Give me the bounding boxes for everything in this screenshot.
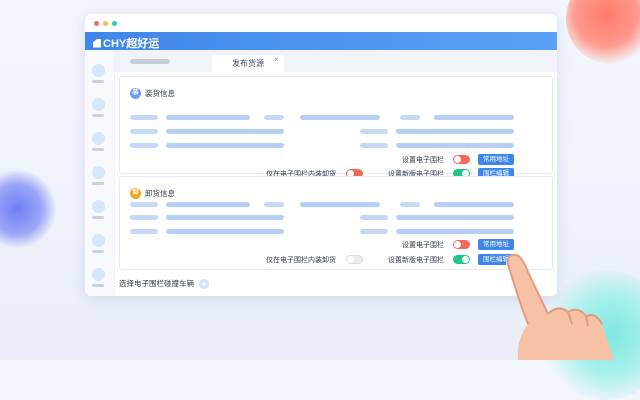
nav-label-placeholder — [92, 114, 104, 117]
decor-red-blob — [566, 0, 640, 64]
logo-text: CHY超好运 — [103, 38, 160, 50]
field-input[interactable] — [166, 202, 250, 207]
field-input[interactable] — [166, 115, 250, 120]
load-badge-icon: 装 — [130, 88, 141, 99]
section-header: 装 装货信息 — [130, 88, 175, 99]
app-logo[interactable]: CHY超好运 — [93, 35, 159, 51]
set-fence-label: 设置电子围栏 — [402, 157, 444, 164]
common-address-button[interactable]: 常用地址 — [478, 154, 514, 165]
pointing-hand-illustration — [506, 253, 614, 360]
field-input[interactable] — [434, 202, 514, 207]
field-label — [360, 229, 388, 234]
window-controls — [94, 21, 117, 26]
field-input[interactable] — [396, 229, 514, 234]
unloading-section: 卸 卸货信息 设置电子围栏 常用地址 仅在电子围栏内装卸货 设置新版电子围栏 围… — [119, 176, 553, 270]
field-input[interactable] — [166, 129, 284, 134]
field-label — [130, 215, 158, 220]
plus-icon[interactable]: + — [199, 278, 209, 289]
field-input[interactable] — [166, 229, 284, 234]
field-input[interactable] — [396, 143, 514, 148]
nav-label-placeholder — [92, 148, 104, 151]
field-input[interactable] — [434, 115, 514, 120]
section-title: 装货信息 — [145, 89, 175, 98]
new-fence-label: 设置新版电子围栏 — [388, 257, 444, 264]
field-input[interactable] — [300, 115, 380, 120]
field-label — [130, 143, 158, 148]
nav-label-placeholder — [92, 216, 104, 219]
field-label — [360, 129, 388, 134]
nav-icon — [92, 166, 105, 179]
tab-placeholder[interactable] — [130, 59, 170, 64]
nav-label-placeholder — [92, 284, 104, 287]
section-title: 卸货信息 — [145, 189, 175, 198]
only-in-fence-label: 仅在电子围栏内装卸货 — [266, 257, 336, 264]
field-input[interactable] — [396, 215, 514, 220]
close-icon[interactable]: × — [274, 55, 279, 64]
only-in-fence-toggle[interactable] — [346, 255, 363, 264]
field-label — [360, 215, 388, 220]
field-input[interactable] — [166, 143, 284, 148]
loading-section: 装 装货信息 设置电子围栏 常用地址 仅在电子围栏内装卸货 设置新版电子围栏 围… — [119, 76, 553, 179]
maximize-dot[interactable] — [112, 21, 117, 26]
unload-badge-icon: 卸 — [130, 188, 141, 199]
minimize-dot[interactable] — [103, 21, 108, 26]
new-fence-toggle[interactable] — [453, 255, 470, 264]
sidebar — [85, 50, 115, 296]
field-label — [360, 143, 388, 148]
section-header: 卸 卸货信息 — [130, 188, 175, 199]
field-label — [264, 202, 284, 207]
vehicle-select-label: 选择电子围栏碰撞车辆 — [119, 279, 194, 288]
sidebar-item-1[interactable] — [92, 64, 106, 83]
field-input[interactable] — [396, 129, 514, 134]
field-label — [130, 129, 158, 134]
sidebar-item-7[interactable] — [92, 268, 106, 287]
nav-icon — [92, 64, 105, 77]
field-label — [400, 202, 420, 207]
set-fence-toggle[interactable] — [453, 155, 470, 164]
field-label — [130, 229, 158, 234]
sidebar-item-6[interactable] — [92, 234, 106, 253]
nav-icon — [92, 98, 105, 111]
sidebar-item-3[interactable] — [92, 132, 106, 151]
field-input[interactable] — [166, 215, 284, 220]
nav-icon — [92, 200, 105, 213]
decor-blue-blob — [0, 170, 56, 248]
nav-label-placeholder — [92, 182, 104, 185]
logo-icon — [93, 38, 101, 48]
field-input[interactable] — [300, 202, 380, 207]
app-window: CHY超好运 发布货源 × 装 装货信息 设置电子围栏 常用地址 仅在电子围栏内… — [85, 14, 557, 296]
field-label — [264, 115, 284, 120]
vehicle-select-row: 选择电子围栏碰撞车辆 + — [119, 278, 209, 289]
sidebar-item-5[interactable] — [92, 200, 106, 219]
field-label — [130, 202, 158, 207]
top-bar: CHY超好运 — [85, 32, 557, 50]
close-dot[interactable] — [94, 21, 99, 26]
sidebar-item-4[interactable] — [92, 166, 106, 185]
sidebar-item-2[interactable] — [92, 98, 106, 117]
nav-icon — [92, 234, 105, 247]
set-fence-label: 设置电子围栏 — [402, 242, 444, 249]
nav-icon — [92, 132, 105, 145]
tab-bar: 发布货源 × — [114, 50, 557, 72]
nav-label-placeholder — [92, 250, 104, 253]
field-label — [400, 115, 420, 120]
set-fence-toggle[interactable] — [453, 240, 470, 249]
nav-label-placeholder — [92, 80, 104, 83]
field-label — [130, 115, 158, 120]
nav-icon — [92, 268, 105, 281]
